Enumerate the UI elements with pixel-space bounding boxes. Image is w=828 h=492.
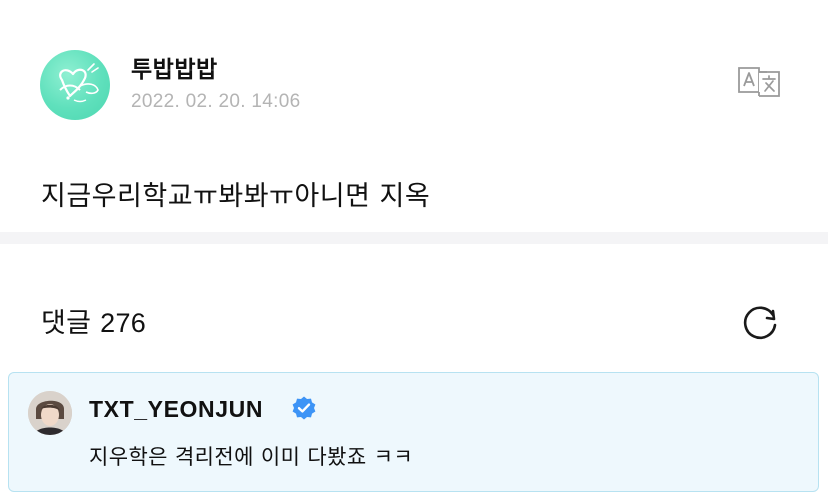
commenter-name[interactable]: TXT_YEONJUN: [89, 396, 263, 423]
translate-button[interactable]: [733, 64, 785, 100]
section-divider: [0, 232, 828, 244]
comment-text: 지우학은 격리전에 이미 다봤죠 ㅋㅋ: [89, 445, 414, 469]
commenter-photo-icon: [28, 391, 72, 435]
verified-badge-icon: [291, 395, 317, 421]
comments-header: 댓글 276: [41, 301, 146, 340]
post-timestamp: 2022. 02. 20. 14:06: [131, 91, 301, 112]
comment-item[interactable]: TXT_YEONJUN 지우학은 격리전에 이미 다봤죠 ㅋㅋ: [8, 372, 819, 492]
comments-label: 댓글: [41, 308, 92, 339]
translate-icon: [738, 67, 780, 97]
post-body: 지금우리학교ㅠ봐봐ㅠ아니면 지옥: [41, 181, 431, 212]
post-header: 투밥밥밥 2022. 02. 20. 14:06: [0, 0, 828, 150]
comments-count: 276: [100, 308, 147, 338]
refresh-icon: [743, 306, 777, 340]
author-name[interactable]: 투밥밥밥: [131, 50, 218, 84]
heart-doodle-icon: [59, 63, 99, 103]
author-avatar[interactable]: [40, 50, 110, 120]
commenter-avatar[interactable]: [28, 391, 72, 435]
refresh-button[interactable]: [739, 301, 781, 341]
